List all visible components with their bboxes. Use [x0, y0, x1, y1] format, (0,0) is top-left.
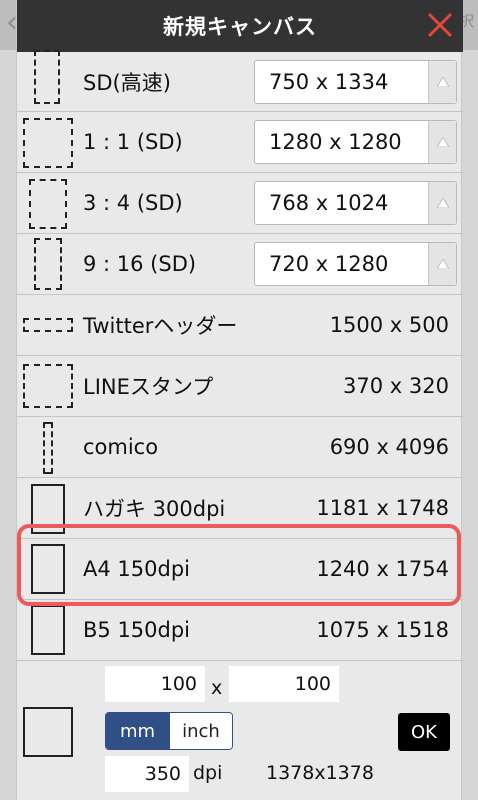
preset-row-3-4[interactable]: 3 : 4 (SD) 768 x 1024 — [17, 173, 463, 234]
size-value: 690 x 4096 — [329, 435, 449, 459]
stepper-up-button[interactable] — [428, 121, 456, 163]
preset-label: 9 : 16 (SD) — [83, 252, 197, 276]
canvas-portrait-shape-icon — [31, 544, 65, 594]
preset-label: SD(高速) — [83, 70, 171, 95]
triangle-up-icon — [436, 259, 449, 269]
close-x-icon — [428, 13, 452, 37]
custom-width-input[interactable]: 100 — [105, 666, 205, 702]
ok-button[interactable]: OK — [398, 713, 450, 751]
preset-list: SD(高速) 750 x 1334 1 : 1 (SD) 1280 x 1280… — [17, 50, 463, 661]
dialog-title: 新規キャンバス — [163, 15, 317, 39]
size-separator: x — [211, 677, 223, 699]
pixel-result: 1378x1378 — [266, 762, 374, 784]
triangle-up-icon — [436, 77, 449, 87]
unit-toggle: mm inch — [105, 712, 233, 750]
new-canvas-dialog: 新規キャンバス SD(高速) 750 x 1334 1 : 1 (SD) 128… — [16, 0, 463, 800]
canvas-portrait-shape-icon — [31, 484, 65, 534]
canvas-square-shape-icon — [23, 118, 73, 168]
size-value: 720 x 1280 — [269, 252, 389, 276]
preset-label: B5 150dpi — [83, 618, 191, 642]
canvas-wide-shape-icon — [23, 318, 73, 332]
size-value: 1280 x 1280 — [269, 130, 402, 154]
canvas-landscape-shape-icon — [23, 364, 73, 408]
size-stepper[interactable]: 1280 x 1280 — [254, 120, 457, 164]
custom-dpi-value: 350 — [144, 763, 181, 785]
preset-label: LINEスタンプ — [83, 375, 214, 399]
preset-row-line-stamp[interactable]: LINEスタンプ 370 x 320 — [17, 356, 463, 417]
canvas-portrait-shape-icon — [34, 238, 62, 290]
custom-height-value: 100 — [294, 673, 331, 695]
close-button[interactable] — [427, 12, 453, 38]
preset-row-a4[interactable]: A4 150dpi 1240 x 1754 — [17, 539, 463, 600]
size-value: 370 x 320 — [343, 374, 449, 398]
canvas-tall-shape-icon — [43, 422, 53, 474]
preset-label: A4 150dpi — [83, 557, 190, 581]
custom-height-input[interactable]: 100 — [229, 666, 339, 702]
custom-dpi-input[interactable]: 350 — [105, 756, 189, 792]
background-right-strip — [462, 50, 478, 800]
preset-row-1-1[interactable]: 1 : 1 (SD) 1280 x 1280 — [17, 112, 463, 173]
size-value: 1500 x 500 — [329, 313, 449, 337]
preset-label: Twitterヘッダー — [83, 314, 238, 338]
size-value: 750 x 1334 — [269, 70, 389, 94]
custom-canvas-shape-icon — [23, 707, 73, 757]
preset-row-hagaki[interactable]: ハガキ 300dpi 1181 x 1748 — [17, 478, 463, 539]
custom-width-value: 100 — [160, 673, 197, 695]
size-value: 1181 x 1748 — [316, 496, 449, 520]
stepper-up-button[interactable] — [428, 61, 456, 103]
preset-label: 3 : 4 (SD) — [83, 191, 183, 215]
preset-row-9-16[interactable]: 9 : 16 (SD) 720 x 1280 — [17, 234, 463, 295]
size-stepper[interactable]: 720 x 1280 — [254, 242, 457, 286]
size-value: 1075 x 1518 — [316, 618, 449, 642]
preset-row-comico[interactable]: comico 690 x 4096 — [17, 417, 463, 478]
background-left-strip — [0, 50, 16, 800]
stepper-up-button[interactable] — [428, 182, 456, 224]
size-stepper[interactable]: 768 x 1024 — [254, 181, 457, 225]
preset-label: 1 : 1 (SD) — [83, 130, 183, 154]
dialog-titlebar: 新規キャンバス — [17, 0, 463, 52]
dpi-label: dpi — [193, 762, 223, 784]
preset-row-b5[interactable]: B5 150dpi 1075 x 1518 — [17, 600, 463, 661]
unit-mm-button[interactable]: mm — [106, 713, 169, 749]
canvas-portrait-shape-icon — [29, 179, 67, 229]
preset-label: ハガキ 300dpi — [83, 497, 226, 521]
triangle-up-icon — [436, 198, 449, 208]
preset-row-twitter-header[interactable]: Twitterヘッダー 1500 x 500 — [17, 295, 463, 356]
canvas-portrait-shape-icon — [34, 50, 60, 104]
triangle-up-icon — [436, 137, 449, 147]
canvas-portrait-shape-icon — [31, 605, 65, 655]
size-value: 768 x 1024 — [269, 191, 389, 215]
size-value: 1240 x 1754 — [316, 557, 449, 581]
preset-row-sd-fast[interactable]: SD(高速) 750 x 1334 — [17, 50, 463, 112]
size-stepper[interactable]: 750 x 1334 — [254, 60, 457, 104]
preset-label: comico — [83, 435, 159, 459]
unit-inch-button[interactable]: inch — [168, 713, 232, 749]
stepper-up-button[interactable] — [428, 243, 456, 285]
